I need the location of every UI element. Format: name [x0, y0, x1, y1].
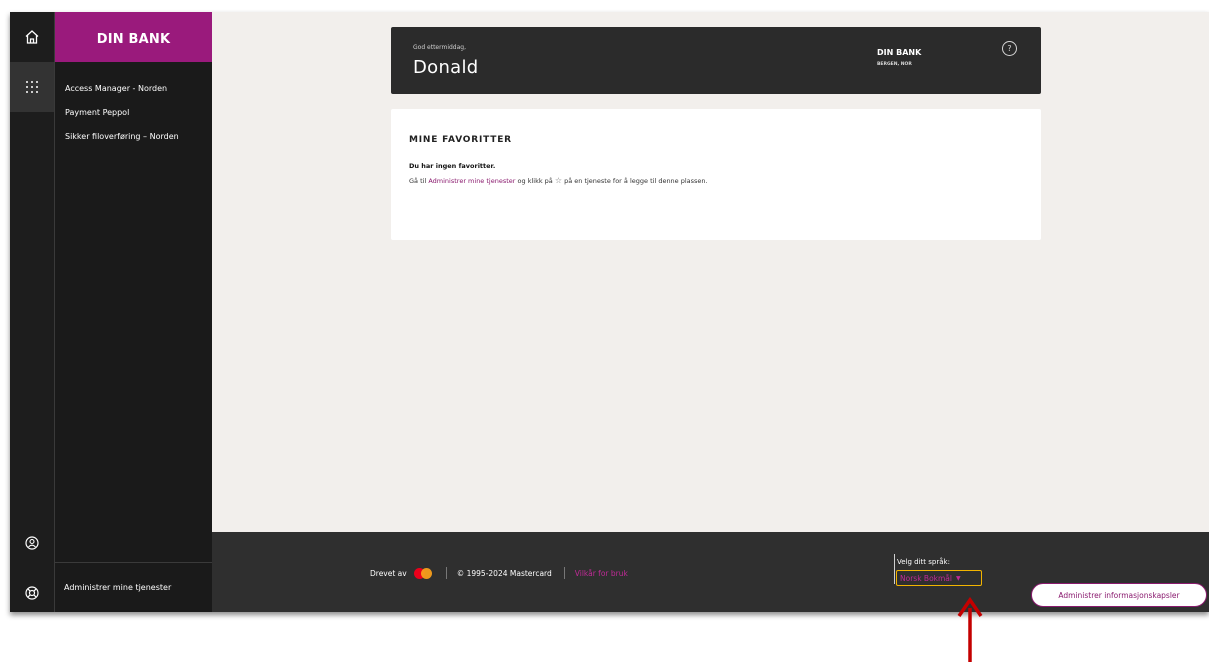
- sidebar: DIN BANK Access Manager - Norden Payment…: [55, 12, 212, 612]
- hint-prefix: Gå til: [409, 177, 429, 185]
- home-icon: [25, 30, 39, 44]
- footer-divider: [445, 567, 447, 579]
- terms-link[interactable]: Vilkår for bruk: [575, 569, 628, 578]
- home-button[interactable]: [10, 12, 54, 62]
- hint-middle: og klikk på: [515, 177, 555, 185]
- apps-grid-icon: [26, 81, 38, 93]
- apps-button[interactable]: [10, 62, 54, 112]
- service-menu: Access Manager - Norden Payment Peppol S…: [55, 82, 212, 154]
- sidebar-item-secure-file-transfer[interactable]: Sikker filoverføring – Norden: [55, 130, 212, 154]
- powered-by: Drevet av © 1995-2024 Mastercard Vilkår …: [370, 567, 628, 579]
- icon-rail: [10, 12, 55, 612]
- copyright-text: © 1995-2024 Mastercard: [456, 568, 552, 578]
- powered-by-text: Drevet av: [370, 568, 407, 578]
- star-icon: ☆: [554, 176, 563, 185]
- favorites-title: MINE FAVORITTER: [409, 135, 512, 145]
- language-select[interactable]: Norsk Bokmål ▼: [896, 570, 982, 586]
- manage-services-inline-link[interactable]: Administrer mine tjenester: [428, 177, 515, 185]
- favorites-card: MINE FAVORITTER Du har ingen favoritter.…: [391, 109, 1041, 240]
- mastercard-logo-icon: [413, 567, 434, 579]
- chevron-down-icon: ▼: [955, 574, 961, 582]
- profile-button[interactable]: [10, 518, 54, 568]
- manage-services-link[interactable]: Administrer mine tjenester: [55, 562, 212, 612]
- favorites-hint: Gå til Administrer mine tjenester og kli…: [409, 176, 708, 185]
- favorites-empty-text: Du har ingen favoritter.: [409, 162, 496, 170]
- sidebar-item-access-manager[interactable]: Access Manager - Norden: [55, 82, 212, 106]
- user-circle-icon: [25, 536, 39, 550]
- support-button[interactable]: [10, 568, 54, 612]
- hint-suffix: på en tjeneste for å legge til denne pla…: [562, 177, 708, 185]
- annotation-arrow-icon: [957, 596, 983, 662]
- bank-name: DIN BANK: [877, 48, 922, 57]
- language-divider: [894, 554, 895, 584]
- lifebuoy-icon: [25, 586, 39, 600]
- language-selected: Norsk Bokmål: [900, 573, 952, 583]
- sidebar-item-payment-peppol[interactable]: Payment Peppol: [55, 106, 212, 130]
- welcome-banner: God ettermiddag, Donald DIN BANK BERGEN,…: [391, 27, 1041, 94]
- greeting-text: God ettermiddag,: [413, 44, 467, 51]
- brand-header[interactable]: DIN BANK: [55, 12, 212, 62]
- footer-divider: [563, 567, 565, 579]
- help-icon[interactable]: ?: [1002, 41, 1017, 56]
- bank-location: BERGEN, NOR: [877, 62, 912, 67]
- app-window: DIN BANK Access Manager - Norden Payment…: [10, 12, 1209, 612]
- manage-cookies-button[interactable]: Administrer informasjonskapsler: [1031, 583, 1207, 607]
- language-label: Velg ditt språk:: [897, 558, 950, 566]
- user-name: Donald: [413, 57, 479, 78]
